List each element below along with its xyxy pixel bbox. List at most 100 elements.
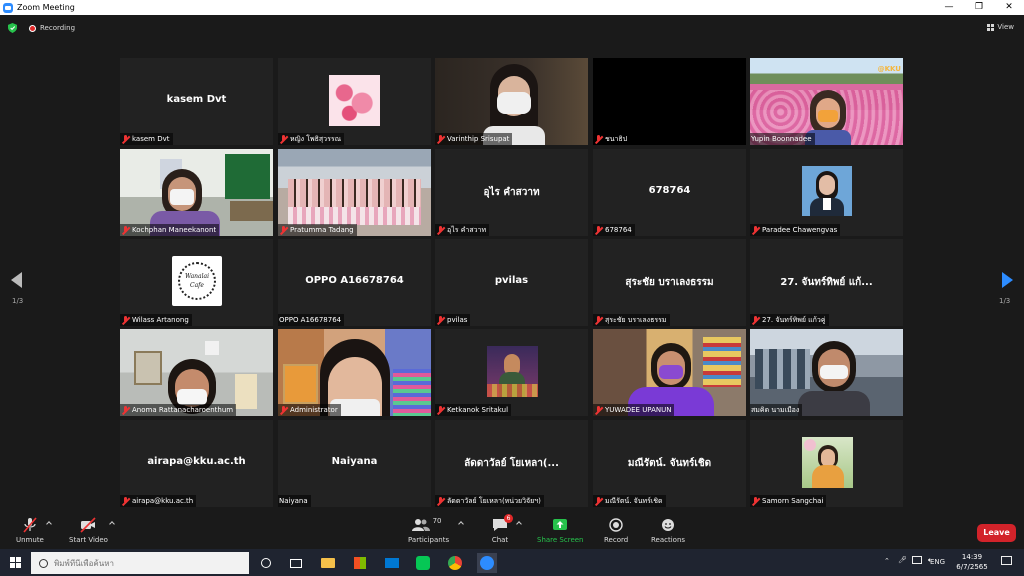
recording-status: Recording — [40, 24, 76, 32]
cafe-logo: Wanalai Cafe — [172, 256, 222, 306]
cortana-icon[interactable] — [256, 553, 276, 573]
participant-tile[interactable]: kasem Dvt kasem Dvt — [120, 58, 273, 145]
participant-name-label: Samorn Sangchai — [750, 495, 827, 507]
participant-tile[interactable]: OPPO A16678764 OPPO A16678764 — [278, 239, 431, 326]
participant-tile[interactable]: ลัดดาวัลย์ โยเหลา(... ลัดดาวัลย์ โยเหลา(… — [435, 420, 588, 507]
taskbar-search-input[interactable] — [54, 558, 204, 568]
participant-name-label: 27. จันทร์ทิพย์ แก้วคู่ — [750, 314, 829, 326]
participant-name-label: airapa@kku.ac.th — [120, 495, 197, 507]
start-video-button[interactable]: Start Video — [69, 517, 108, 544]
participant-center-name: Naiyana — [331, 456, 378, 467]
participant-center-name: มณีรัตน์. จันทร์เชิด — [627, 458, 712, 469]
participant-tile[interactable]: Pratumma Tadang — [278, 149, 431, 236]
maximize-button[interactable]: ❐ — [964, 0, 994, 15]
participant-tile[interactable]: Naiyana Naiyana — [278, 420, 431, 507]
file-explorer-icon[interactable] — [318, 553, 338, 573]
participant-name-label: Anoma Rattanacharoenthum — [120, 404, 237, 416]
participant-name-label: YUWADEE UPANUN — [593, 404, 675, 416]
participant-tile[interactable]: Wanalai Cafe Wilass Artanong — [120, 239, 273, 326]
participants-button[interactable]: 70 Participants — [408, 517, 449, 544]
participant-name-label: OPPO A16678764 — [278, 314, 345, 326]
mic-muted-icon — [436, 496, 445, 506]
participant-name-label: สมคิด นามเมือง — [750, 404, 803, 416]
mic-muted-icon — [751, 496, 760, 506]
window-titlebar: Zoom Meeting — ❐ ✕ — [0, 0, 1024, 15]
previous-page-arrow-icon[interactable] — [11, 272, 22, 288]
mic-muted-icon — [436, 134, 445, 144]
participant-tile[interactable]: @KKU Yupin Boonnadee — [750, 58, 903, 145]
participant-center-name: airapa@kku.ac.th — [147, 456, 246, 467]
mail-icon[interactable] — [382, 553, 402, 573]
task-view-icon[interactable] — [286, 553, 306, 573]
notifications-icon[interactable] — [1001, 556, 1012, 565]
participant-name-label: Administrator — [278, 404, 341, 416]
record-button[interactable]: Record — [604, 517, 628, 544]
participant-tile[interactable]: Varinthip Srisupat — [435, 58, 588, 145]
participant-tile[interactable]: Kochphan Maneekanont — [120, 149, 273, 236]
page-indicator-right: 1/3 — [999, 297, 1011, 305]
participant-name-label: ลัดดาวัลย์ โยเหลา(หน่วยวิจัยฯ) — [435, 495, 544, 507]
shield-icon[interactable] — [8, 23, 17, 33]
participant-tile[interactable]: อุไร คำสวาท อุไร คำสวาท — [435, 149, 588, 236]
participant-center-name: kasem Dvt — [166, 94, 227, 105]
meeting-controls: Unmute Start Video 70 Participants 6 Cha… — [0, 513, 1024, 549]
show-hidden-icons-chevron-icon[interactable]: ⌃ — [884, 557, 890, 565]
participant-tile[interactable]: 27. จันทร์ทิพย์ แก้... 27. จันทร์ทิพย์ แ… — [750, 239, 903, 326]
audio-options-chevron-icon[interactable] — [46, 521, 52, 527]
participant-name-label: หญิง โพธิสุวรรณ — [278, 133, 345, 145]
video-options-chevron-icon[interactable] — [109, 521, 115, 527]
taskbar-clock[interactable]: 14:39 6/7/2565 — [955, 552, 989, 572]
participant-center-name: 27. จันทร์ทิพย์ แก้... — [780, 277, 873, 288]
participant-tile[interactable]: สุระชัย บราเลงธรรม สุระชัย บราเลงธรรม — [593, 239, 746, 326]
participant-tile[interactable]: สมคิด นามเมือง — [750, 329, 903, 416]
participant-tile[interactable]: ชนาธิป — [593, 58, 746, 145]
mic-muted-icon — [594, 496, 603, 506]
zoom-taskbar-icon[interactable] — [477, 553, 497, 573]
language-indicator[interactable]: ENG — [930, 558, 945, 566]
taskbar-search-box[interactable] — [31, 552, 249, 574]
leave-button[interactable]: Leave — [977, 524, 1016, 542]
participant-center-name: pvilas — [494, 275, 529, 286]
view-button[interactable]: View — [987, 23, 1014, 31]
windows-start-icon[interactable] — [0, 549, 30, 576]
mic-muted-icon — [436, 405, 445, 415]
participant-name-label: Ketkanok Sritakul — [435, 404, 512, 416]
minimize-button[interactable]: — — [934, 0, 964, 15]
participant-tile[interactable]: มณีรัตน์. จันทร์เชิด มณีรัตน์. จันทร์เชิ… — [593, 420, 746, 507]
participant-tile[interactable]: หญิง โพธิสุวรรณ — [278, 58, 431, 145]
participant-tile[interactable]: Ketkanok Sritakul — [435, 329, 588, 416]
participant-tile[interactable]: YUWADEE UPANUN — [593, 329, 746, 416]
share-screen-button[interactable]: Share Screen — [537, 517, 584, 544]
participant-name-label: มณีรัตน์. จันทร์เชิด — [593, 495, 666, 507]
mic-muted-icon — [121, 225, 130, 235]
mic-muted-icon — [23, 517, 37, 533]
search-icon — [39, 558, 48, 568]
participant-tile[interactable]: pvilas pvilas — [435, 239, 588, 326]
chat-button[interactable]: 6 Chat — [490, 514, 513, 544]
reactions-button[interactable]: Reactions — [651, 517, 685, 544]
participant-name-label: Varinthip Srisupat — [435, 133, 513, 145]
participant-tile[interactable]: 678764 678764 — [593, 149, 746, 236]
unmute-button[interactable]: Unmute — [16, 517, 44, 544]
chat-options-chevron-icon[interactable] — [516, 521, 522, 527]
close-button[interactable]: ✕ — [994, 0, 1024, 15]
microphone-tray-icon[interactable]: 🎤︎ — [898, 556, 907, 564]
microsoft-store-icon[interactable] — [350, 553, 370, 573]
participant-name-label: Paradee Chawengvas — [750, 224, 841, 236]
line-app-icon[interactable] — [413, 553, 433, 573]
chrome-icon[interactable] — [445, 553, 465, 573]
window-title: Zoom Meeting — [17, 3, 75, 12]
participant-name-label: Wilass Artanong — [120, 314, 192, 326]
share-screen-icon — [553, 519, 568, 530]
participants-options-chevron-icon[interactable] — [458, 521, 464, 527]
participant-tile[interactable]: airapa@kku.ac.th airapa@kku.ac.th — [120, 420, 273, 507]
participant-tile-active-speaker[interactable]: Anoma Rattanacharoenthum — [120, 329, 273, 416]
participant-tile[interactable]: Samorn Sangchai — [750, 420, 903, 507]
mic-muted-icon — [594, 225, 603, 235]
next-page-arrow-icon[interactable] — [1002, 272, 1013, 288]
participant-name-label: 678764 — [593, 224, 635, 236]
network-icon[interactable] — [912, 556, 922, 564]
mic-muted-icon — [121, 496, 130, 506]
participant-tile[interactable]: Administrator — [278, 329, 431, 416]
participant-tile[interactable]: Paradee Chawengvas — [750, 149, 903, 236]
